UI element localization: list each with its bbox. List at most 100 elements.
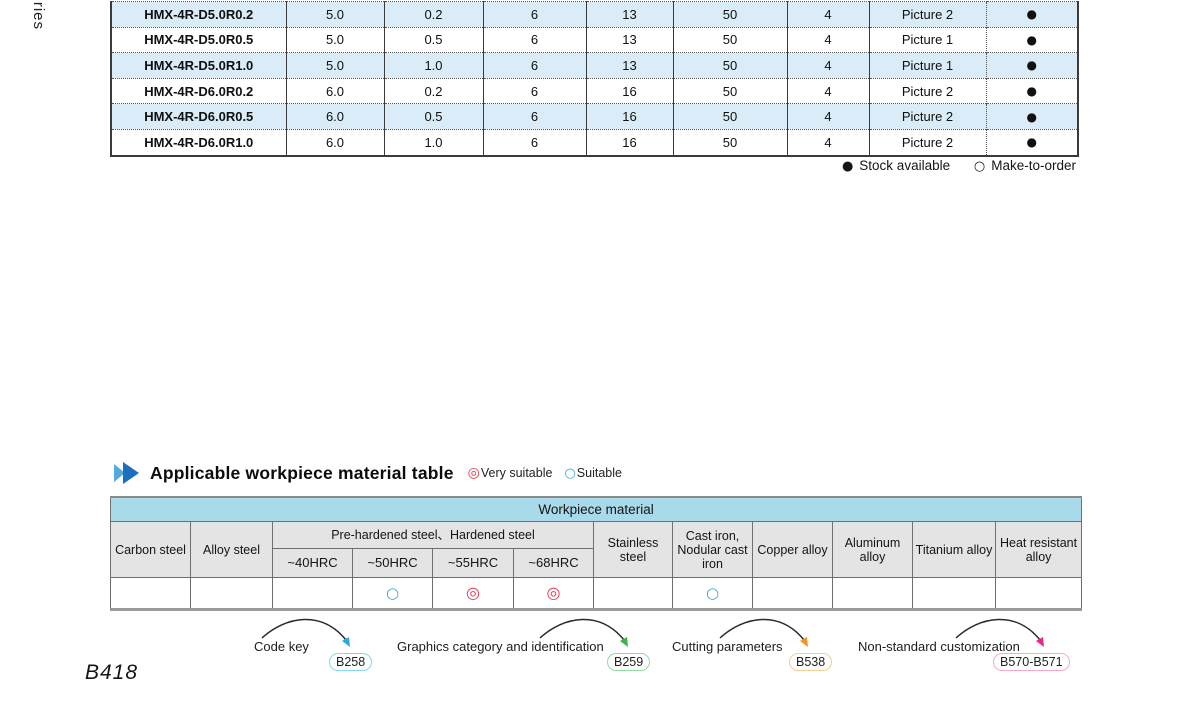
picture-ref: Picture 1 [868, 52, 986, 79]
spec-cell: 5.0 [285, 1, 384, 28]
curved-arrow-icon [261, 618, 350, 647]
col-header-aluminum-alloy: Aluminum alloy [832, 521, 913, 578]
table-row: Carbon steel Alloy steel Pre-hardened st… [110, 521, 1083, 578]
spec-cell: 6.0 [285, 77, 384, 104]
mark-cell-cast-iron: ○ [672, 577, 753, 610]
spec-cell: 5.0 [285, 26, 384, 53]
suitable-icon: ○ [564, 465, 576, 481]
stock-indicator: ● [985, 77, 1078, 104]
suitable-mark: ○ [385, 583, 400, 602]
spec-cell: 0.2 [383, 1, 483, 28]
product-code: HMX-4R-D5.0R0.2 [111, 1, 286, 28]
product-spec-table: HMX-4R-D5.0R0.2 5.0 0.2 6 13 50 4 Pictur… [110, 1, 1079, 157]
mark-cell-heat [994, 577, 1083, 610]
suitability-legend: ◎ Very suitable ○ Suitable [468, 465, 622, 481]
product-code: HMX-4R-D6.0R0.2 [111, 77, 286, 104]
spec-cell: 0.2 [383, 77, 483, 104]
product-code: HMX-4R-D5.0R1.0 [111, 52, 286, 79]
spec-cell: 4 [786, 26, 869, 53]
table-row: Workpiece material [109, 496, 1083, 522]
very-suitable-icon: ◎ [467, 465, 480, 481]
very-suitable-mark: ◎ [466, 583, 480, 603]
page-ref-b570-b571[interactable]: B570-B571 [993, 653, 1070, 671]
col-header-40hrc: ~40HRC [272, 548, 353, 578]
spec-cell: 13 [585, 26, 673, 53]
spec-cell: 13 [585, 1, 673, 28]
mark-cell-55hrc: ◎ [432, 577, 514, 610]
mark-cell-copper [752, 577, 833, 610]
mark-cell-stainless [593, 577, 673, 610]
spec-cell: 16 [585, 77, 673, 104]
spec-cell: 6 [482, 128, 586, 156]
stock-legend: ● Stock available ○ Make-to-order [842, 158, 1076, 174]
spec-cell: 50 [672, 52, 787, 79]
spec-cell: 50 [672, 1, 787, 28]
col-header-68hrc: ~68HRC [513, 548, 594, 578]
spec-cell: 50 [672, 103, 787, 130]
col-header-alloy-steel: Alloy steel [190, 521, 273, 578]
curved-arrow-icon [719, 618, 808, 647]
spec-cell: 50 [672, 26, 787, 53]
mark-cell-alloy [190, 577, 273, 610]
stock-indicator: ● [985, 128, 1078, 156]
spec-cell: 4 [786, 1, 869, 28]
suitable-mark: ○ [705, 583, 720, 602]
picture-ref: Picture 2 [868, 1, 986, 28]
col-header-stainless-steel: Stainless steel [593, 521, 673, 578]
spec-cell: 6.0 [285, 103, 384, 130]
spec-cell: 6 [482, 52, 586, 79]
col-header-55hrc: ~55HRC [432, 548, 514, 578]
mark-cell-carbon [110, 577, 191, 610]
col-header-cast-iron: Cast iron, Nodular cast iron [672, 521, 753, 578]
spec-cell: 1.0 [383, 52, 483, 79]
table-row: HMX-4R-D6.0R0.2 6.0 0.2 6 16 50 4 Pictur… [111, 77, 1078, 104]
table-row: HMX-4R-D5.0R0.5 5.0 0.5 6 13 50 4 Pictur… [111, 26, 1078, 53]
stock-available-icon: ● [841, 159, 854, 174]
table-row: HMX-4R-D5.0R0.2 5.0 0.2 6 13 50 4 Pictur… [111, 1, 1078, 28]
workpiece-material-table: Workpiece material Carbon steel Alloy st… [109, 496, 1083, 611]
section-title: Applicable workpiece material table [150, 462, 454, 483]
product-code: HMX-4R-D6.0R0.5 [111, 103, 286, 130]
spec-cell: 4 [786, 128, 869, 156]
curved-arrow-icon [539, 618, 628, 647]
mark-cell-40hrc [272, 577, 353, 610]
material-section-header: Applicable workpiece material table ◎ Ver… [112, 461, 622, 485]
mark-cell-aluminum [832, 577, 913, 610]
col-header-titanium-alloy: Titanium alloy [912, 521, 996, 578]
workpiece-material-header: Workpiece material [109, 496, 1083, 522]
stock-indicator: ● [985, 52, 1078, 79]
col-header-heat-resistant-alloy: Heat resistant alloy [994, 521, 1083, 578]
spec-cell: 6 [482, 77, 586, 104]
picture-ref: Picture 2 [868, 103, 986, 130]
spec-cell: 16 [585, 128, 673, 156]
catalog-page: series HMX-4R-D5.0R0.2 5.0 0.2 6 13 50 4… [0, 0, 1186, 704]
table-row: ○ ◎ ◎ ○ [110, 577, 1083, 610]
spec-cell: 0.5 [383, 103, 483, 130]
page-ref-b258[interactable]: B258 [329, 653, 373, 671]
picture-ref: Picture 1 [868, 26, 986, 53]
spec-cell: 6 [482, 1, 586, 28]
product-code: HMX-4R-D5.0R0.5 [111, 26, 286, 53]
spec-cell: 50 [672, 77, 787, 104]
spec-cell: 50 [672, 128, 787, 156]
col-header-copper-alloy: Copper alloy [752, 521, 833, 578]
mark-cell-68hrc: ◎ [513, 577, 594, 610]
stock-indicator: ● [985, 26, 1078, 53]
curved-arrow-icon [955, 618, 1044, 647]
picture-ref: Picture 2 [868, 128, 986, 156]
suitable-label: Suitable [576, 466, 622, 480]
page-ref-b259[interactable]: B259 [607, 653, 651, 671]
spec-cell: 13 [585, 52, 673, 79]
make-to-order-icon: ○ [973, 159, 986, 174]
spec-cell: 4 [786, 103, 869, 130]
very-suitable-mark: ◎ [546, 583, 561, 603]
page-number: B418 [85, 661, 139, 684]
mark-cell-50hrc: ○ [352, 577, 433, 610]
stock-indicator: ● [985, 1, 1078, 28]
picture-ref: Picture 2 [868, 77, 986, 104]
col-header-carbon-steel: Carbon steel [110, 521, 191, 578]
spec-cell: 5.0 [285, 52, 384, 79]
table-row: HMX-4R-D6.0R0.5 6.0 0.5 6 16 50 4 Pictur… [111, 103, 1078, 130]
page-ref-b538[interactable]: B538 [789, 653, 833, 671]
stock-indicator: ● [985, 103, 1078, 130]
